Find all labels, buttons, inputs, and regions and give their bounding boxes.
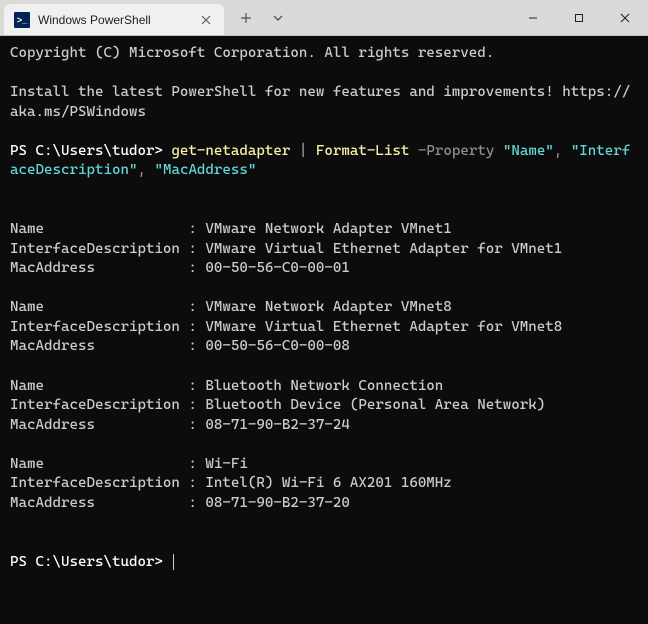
titlebar: >_ Windows PowerShell	[0, 0, 648, 36]
cmd-arg-name: "Name"	[503, 143, 554, 159]
close-window-button[interactable]	[602, 0, 648, 35]
close-icon	[201, 15, 211, 25]
copyright-line: Copyright (C) Microsoft Corporation. All…	[10, 45, 494, 61]
window-controls	[510, 0, 648, 35]
new-tab-button[interactable]	[232, 4, 260, 32]
adapter-mac: MacAddress : 08-71-90-B2-37-24	[10, 417, 350, 433]
adapter-mac: MacAddress : 00-50-56-C0-00-01	[10, 260, 350, 276]
cursor	[173, 554, 174, 570]
tab-actions	[224, 0, 300, 35]
cmd-get-netadapter: get-netadapter	[171, 143, 290, 159]
prompt-path: PS C:\Users\tudor>	[10, 554, 171, 570]
adapter-mac: MacAddress : 08-71-90-B2-37-20	[10, 495, 350, 511]
cmd-arg-macaddress: "MacAddress"	[154, 162, 256, 178]
cmd-property-flag: -Property	[409, 143, 502, 159]
tab-close-button[interactable]	[198, 12, 214, 28]
prompt-path: PS C:\Users\tudor>	[10, 143, 171, 159]
cmd-format-list: Format-List	[316, 143, 409, 159]
adapter-name: Name : VMware Network Adapter VMnet1	[10, 221, 452, 237]
tab-dropdown-button[interactable]	[264, 4, 292, 32]
cmd-comma: ,	[137, 162, 154, 178]
close-icon	[620, 13, 630, 23]
cmd-comma: ,	[554, 143, 571, 159]
plus-icon	[240, 12, 252, 24]
adapter-description: InterfaceDescription : VMware Virtual Et…	[10, 319, 562, 335]
cmd-pipe: |	[290, 143, 316, 159]
minimize-icon	[528, 13, 538, 23]
maximize-icon	[574, 13, 584, 23]
terminal-output[interactable]: Copyright (C) Microsoft Corporation. All…	[0, 36, 648, 624]
adapter-name: Name : VMware Network Adapter VMnet8	[10, 299, 452, 315]
powershell-icon: >_	[14, 12, 30, 28]
minimize-button[interactable]	[510, 0, 556, 35]
adapter-description: InterfaceDescription : Intel(R) Wi-Fi 6 …	[10, 475, 452, 491]
adapter-description: InterfaceDescription : VMware Virtual Et…	[10, 241, 562, 257]
adapter-description: InterfaceDescription : Bluetooth Device …	[10, 397, 545, 413]
maximize-button[interactable]	[556, 0, 602, 35]
chevron-down-icon	[272, 12, 284, 24]
app-window: >_ Windows PowerShell Cop	[0, 0, 648, 624]
adapter-name: Name : Bluetooth Network Connection	[10, 378, 443, 394]
adapter-mac: MacAddress : 00-50-56-C0-00-08	[10, 338, 350, 354]
install-message: Install the latest PowerShell for new fe…	[10, 84, 630, 120]
tab-powershell[interactable]: >_ Windows PowerShell	[4, 4, 224, 35]
tab-title: Windows PowerShell	[38, 13, 190, 27]
adapter-name: Name : Wi-Fi	[10, 456, 248, 472]
